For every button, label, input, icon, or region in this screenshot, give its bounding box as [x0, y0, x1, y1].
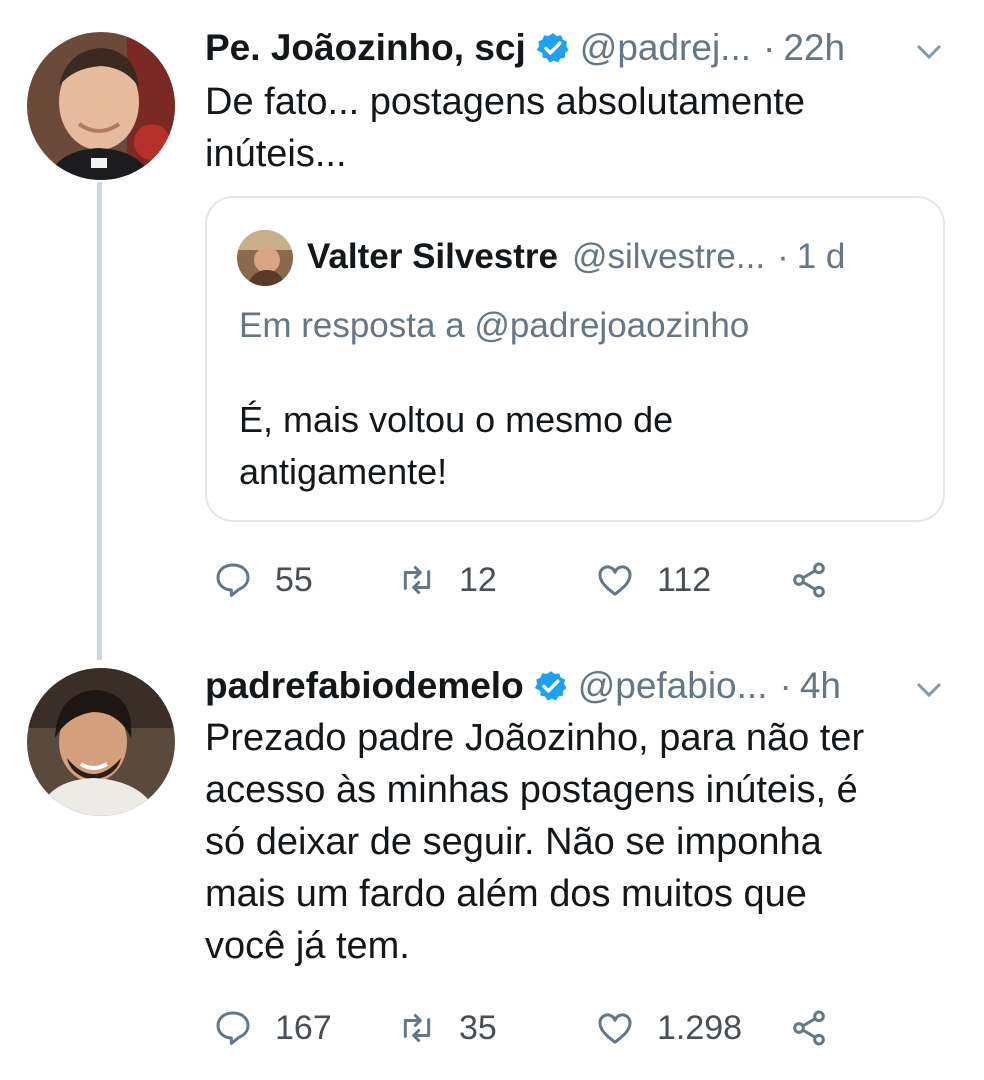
retweet-icon	[403, 1014, 431, 1042]
quoted-avatar[interactable]	[237, 230, 293, 286]
tweet-text: De fato... postagens absolutamente inúte…	[205, 76, 945, 180]
like-count: 1.298	[657, 1008, 743, 1047]
reply-count: 55	[275, 560, 313, 599]
separator-dot: ·	[779, 665, 792, 706]
quoted-user-handle[interactable]: @silvestre...	[572, 237, 765, 277]
quoted-text: É, mais voltou o mesmo de antigamente!	[239, 394, 919, 498]
share-icon	[793, 562, 825, 598]
tweet-text: Prezado padre Joãozinho, para não ter ac…	[205, 712, 945, 972]
tweet-text-line: De fato... postagens absolutamente	[205, 81, 805, 123]
quoted-text-line: É, mais voltou o mesmo de	[239, 399, 674, 440]
quoted-timestamp[interactable]: 1 d	[797, 237, 846, 277]
timestamp[interactable]: 4h	[800, 665, 841, 707]
share-icon	[793, 1010, 825, 1046]
separator-dot: ·	[777, 237, 789, 276]
quoted-display-name[interactable]: Valter Silvestre	[307, 237, 558, 277]
tweet-text-line: Prezado padre Joãozinho, para não ter	[205, 717, 865, 759]
chevron-down-icon[interactable]	[914, 680, 944, 700]
tweet-2[interactable]: padrefabiodemelo @pefabio... · 4h Prezad…	[0, 640, 984, 1080]
user-handle[interactable]: @pefabio...	[578, 665, 768, 707]
reply-button[interactable]: 55	[213, 550, 313, 610]
tweet-header: padrefabiodemelo @pefabio... · 4h	[205, 658, 841, 714]
like-count: 112	[657, 560, 712, 599]
tweet-text-line: você já tem.	[205, 925, 410, 967]
tweet-text-line: inúteis...	[205, 133, 347, 175]
tweet-actions: 167 35 1.298	[205, 998, 945, 1058]
tweet-actions: 55 12 112	[205, 550, 945, 610]
like-button[interactable]: 1.298	[595, 998, 742, 1058]
share-button[interactable]	[789, 550, 851, 610]
share-button[interactable]	[789, 998, 851, 1058]
like-button[interactable]: 112	[595, 550, 711, 610]
avatar[interactable]	[27, 668, 175, 816]
retweet-button[interactable]: 35	[397, 998, 497, 1058]
quoted-tweet-card[interactable]: Valter Silvestre @silvestre... · 1 d Em …	[205, 196, 945, 522]
tweet-text-line: só deixar de seguir. Não se imponha	[205, 821, 822, 863]
tweet-1[interactable]: Pe. Joãozinho, scj @padrej... · 22h De f…	[0, 0, 984, 640]
tweet-header: Pe. Joãozinho, scj @padrej... · 22h	[205, 20, 845, 76]
quoted-header: Valter Silvestre @silvestre... · 1 d	[307, 228, 845, 286]
avatar[interactable]	[27, 32, 175, 180]
reply-icon	[216, 1011, 250, 1045]
timestamp[interactable]: 22h	[783, 27, 845, 69]
user-handle[interactable]: @padrej...	[580, 27, 751, 69]
tweet-text-line: acesso às minhas postagens inúteis, é	[205, 769, 858, 811]
heart-icon	[598, 1013, 632, 1044]
heart-icon	[598, 565, 632, 596]
reply-count: 167	[275, 1008, 332, 1047]
display-name[interactable]: Pe. Joãozinho, scj	[205, 27, 526, 69]
reply-icon	[216, 563, 250, 597]
verified-badge-icon	[536, 31, 570, 65]
retweet-icon	[403, 566, 431, 594]
quoted-text-line: antigamente!	[239, 451, 448, 492]
retweet-count: 35	[459, 1008, 497, 1047]
reply-button[interactable]: 167	[213, 998, 332, 1058]
tweet-text-line: mais um fardo além dos muitos que	[205, 873, 807, 915]
verified-badge-icon	[534, 669, 568, 703]
display-name[interactable]: padrefabiodemelo	[205, 665, 524, 707]
separator-dot: ·	[763, 27, 776, 68]
chevron-down-icon[interactable]	[914, 42, 944, 62]
retweet-button[interactable]: 12	[397, 550, 497, 610]
reply-context[interactable]: Em resposta a @padrejoaozinho	[239, 306, 749, 346]
retweet-count: 12	[459, 560, 497, 599]
